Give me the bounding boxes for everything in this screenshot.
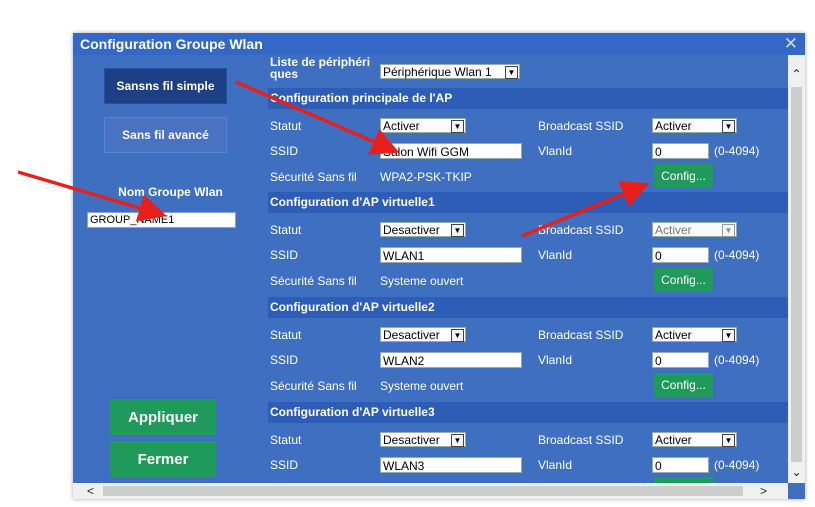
chevron-down-icon: ▼ (505, 66, 518, 79)
horizontal-scroll-thumb[interactable] (103, 486, 743, 496)
section-main-body: Statut Activer ▼ Broadcast SSID Activer … (268, 109, 788, 189)
config-button[interactable]: Config... (654, 164, 713, 188)
chevron-down-icon: ▼ (722, 120, 735, 133)
chevron-down-icon: ▼ (451, 120, 464, 133)
status-label: Statut (270, 119, 302, 133)
section-header-virtual2: Configuration d'AP virtuelle2 (268, 297, 788, 318)
config-button[interactable]: Config... (654, 373, 713, 397)
close-icon[interactable]: ✕ (784, 34, 798, 54)
vertical-scroll-thumb[interactable] (791, 87, 802, 462)
vlanid-range: (0-4094) (714, 458, 760, 472)
wlan-group-dialog: Configuration Groupe Wlan ✕ Sansns fil s… (73, 33, 805, 499)
scroll-up-icon[interactable]: ⌃ (788, 67, 805, 81)
vertical-scrollbar[interactable]: ⌃ ⌄ (788, 55, 805, 483)
device-list-label: Liste de périphéri ques (270, 55, 371, 81)
ssid-label: SSID (270, 353, 299, 367)
chevron-down-icon: ▼ (451, 224, 464, 237)
config-button[interactable]: Config... (654, 268, 713, 292)
vlanid-label: VlanId (538, 458, 573, 472)
section-header-virtual3: Configuration d'AP virtuelle3 (268, 402, 788, 423)
security-label: Sécurité Sans fil (270, 170, 357, 184)
broadcast-ssid-select[interactable]: Activer ▼ (652, 118, 737, 133)
security-value: Systeme ouvert (380, 379, 464, 393)
vlanid-input[interactable]: 0 (652, 143, 709, 159)
dialog-title: Configuration Groupe Wlan (80, 36, 263, 52)
security-value: Systeme ouvert (380, 274, 464, 288)
status-select-value: Desactiver (383, 433, 440, 447)
ssid-label: SSID (270, 144, 299, 158)
chevron-down-icon: ▼ (722, 329, 735, 342)
status-select-value: Activer (383, 119, 420, 133)
broadcast-ssid-select[interactable]: Activer ▼ (652, 432, 737, 447)
ssid-label: SSID (270, 458, 299, 472)
broadcast-ssid-value: Activer (655, 433, 692, 447)
horizontal-scrollbar[interactable]: < > (73, 483, 788, 499)
chevron-down-icon: ▼ (722, 224, 735, 237)
group-name-input[interactable]: GROUP_NAME1 (87, 212, 236, 228)
status-select-value: Desactiver (383, 223, 440, 237)
vlanid-range: (0-4094) (714, 353, 760, 367)
vlanid-range: (0-4094) (714, 248, 760, 262)
device-row: Liste de périphéri ques Périphérique Wla… (268, 55, 788, 81)
broadcast-ssid-label: Broadcast SSID (538, 223, 624, 237)
status-select[interactable]: Activer ▼ (380, 118, 466, 133)
scroll-left-icon[interactable]: < (87, 484, 94, 498)
broadcast-ssid-label: Broadcast SSID (538, 328, 624, 342)
status-select-value: Desactiver (383, 328, 440, 342)
vlanid-label: VlanId (538, 353, 573, 367)
device-select[interactable]: Périphérique Wlan 1 ▼ (380, 64, 520, 79)
broadcast-ssid-value: Activer (655, 328, 692, 342)
status-label: Statut (270, 223, 302, 237)
broadcast-ssid-label: Broadcast SSID (538, 433, 624, 447)
security-label: Sécurité Sans fil (270, 274, 357, 288)
security-value: WPA2-PSK-TKIP (380, 170, 472, 184)
status-label: Statut (270, 328, 302, 342)
close-button[interactable]: Fermer (110, 441, 216, 477)
status-label: Statut (270, 433, 302, 447)
device-select-value: Périphérique Wlan 1 (383, 65, 492, 79)
ssid-label: SSID (270, 248, 299, 262)
vlanid-label: VlanId (538, 144, 573, 158)
status-select[interactable]: Desactiver ▼ (380, 432, 466, 447)
chevron-down-icon: ▼ (451, 434, 464, 447)
section-virtual1-body: Statut Desactiver ▼ Broadcast SSID Activ… (268, 213, 788, 293)
group-name-label: Nom Groupe Wlan (118, 185, 223, 199)
scroll-down-icon[interactable]: ⌄ (788, 465, 805, 479)
nav-advanced-wireless-button[interactable]: Sans fil avancé (104, 117, 227, 153)
config-content: Liste de périphéri ques Périphérique Wla… (268, 55, 788, 483)
broadcast-ssid-select[interactable]: Activer ▼ (652, 222, 737, 237)
status-select[interactable]: Desactiver ▼ (380, 222, 466, 237)
vlanid-input[interactable]: 0 (652, 247, 709, 263)
ssid-input[interactable]: WLAN2 (380, 352, 522, 368)
section-header-main: Configuration principale de l'AP (268, 88, 788, 109)
ssid-input[interactable]: WLAN1 (380, 247, 522, 263)
status-select[interactable]: Desactiver ▼ (380, 327, 466, 342)
nav-simple-wireless-button[interactable]: Sansns fil simple (104, 68, 227, 104)
section-virtual2-body: Statut Desactiver ▼ Broadcast SSID Activ… (268, 318, 788, 398)
dialog-titlebar: Configuration Groupe Wlan ✕ (73, 33, 805, 55)
apply-button[interactable]: Appliquer (110, 399, 216, 435)
scroll-right-icon[interactable]: > (760, 484, 767, 498)
broadcast-ssid-label: Broadcast SSID (538, 119, 624, 133)
broadcast-ssid-value: Activer (655, 119, 692, 133)
chevron-down-icon: ▼ (722, 434, 735, 447)
section-virtual3-body: Statut Desactiver ▼ Broadcast SSID Activ… (268, 423, 788, 483)
section-header-virtual1: Configuration d'AP virtuelle1 (268, 192, 788, 213)
vlanid-label: VlanId (538, 248, 573, 262)
left-panel: Sansns fil simple Sans fil avancé Nom Gr… (73, 55, 268, 483)
ssid-input[interactable]: WLAN3 (380, 457, 522, 473)
broadcast-ssid-value: Activer (655, 223, 692, 237)
vlanid-input[interactable]: 0 (652, 352, 709, 368)
vlanid-range: (0-4094) (714, 144, 760, 158)
broadcast-ssid-select[interactable]: Activer ▼ (652, 327, 737, 342)
security-label: Sécurité Sans fil (270, 379, 357, 393)
ssid-input[interactable]: Salon Wifi GGM (380, 143, 522, 159)
vlanid-input[interactable]: 0 (652, 457, 709, 473)
chevron-down-icon: ▼ (451, 329, 464, 342)
